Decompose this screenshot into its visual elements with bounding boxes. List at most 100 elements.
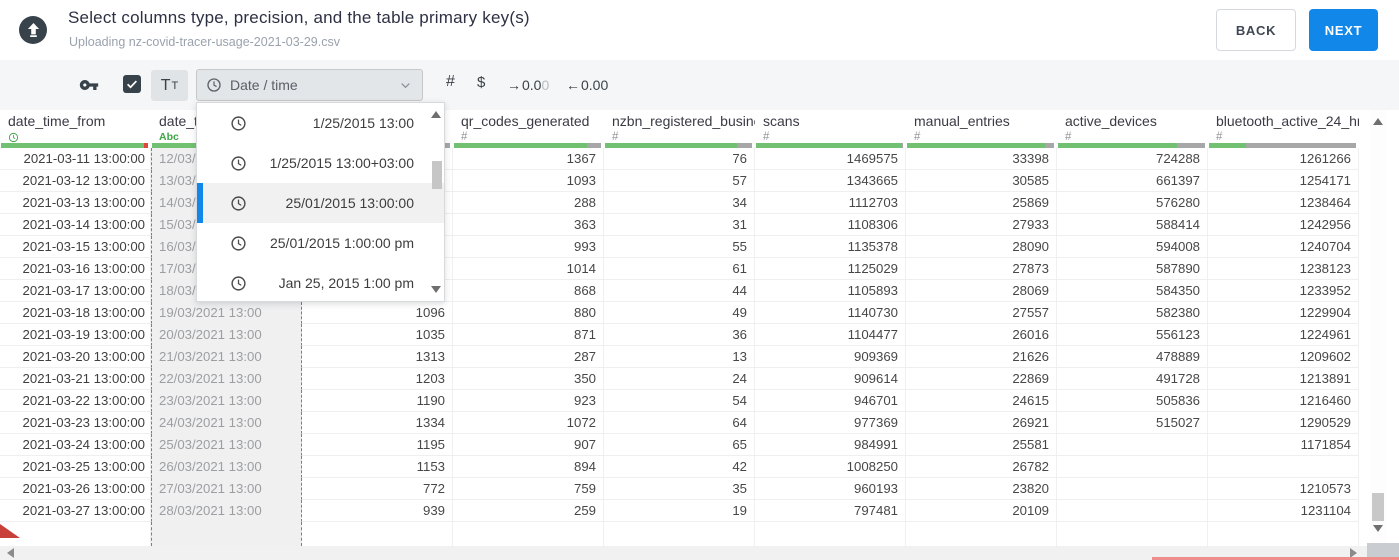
datetime-format-select[interactable]: Date / time — [196, 69, 423, 101]
primary-key-button[interactable] — [77, 75, 101, 95]
table-cell: 25869 — [906, 192, 1057, 214]
table-cell: 505836 — [1057, 390, 1208, 412]
table-cell — [1057, 500, 1208, 522]
table-cell: 1229904 — [1208, 302, 1359, 324]
column-header-qr_codes_generated[interactable]: qr_codes_generated # — [453, 110, 604, 148]
column-header-manual_entries[interactable]: manual_entries # — [906, 110, 1057, 148]
table-cell: 19/03/2021 13:00 — [151, 302, 302, 324]
dropdown-scrollbar[interactable] — [430, 103, 443, 301]
scroll-down-icon[interactable] — [1373, 525, 1383, 532]
topbar: Select columns type, precision, and the … — [0, 0, 1399, 60]
arrow-left-icon: ← — [566, 77, 580, 93]
column-header-date_time_from[interactable]: date_time_from — [0, 110, 151, 148]
vertical-scroll-thumb[interactable] — [1372, 493, 1384, 521]
table-cell: 576280 — [1057, 192, 1208, 214]
format-option-label: 1/25/2015 13:00+03:00 — [269, 155, 414, 171]
table-row: 2021-03-23 13:00:00 24/03/2021 13:00 1334 1… — [0, 412, 1359, 434]
back-button[interactable]: BACK — [1216, 9, 1296, 51]
format-option[interactable]: 25/01/2015 13:00:00 — [197, 183, 444, 223]
table-cell: 2021-03-12 13:00:00 — [0, 170, 151, 192]
table-cell: 1135378 — [755, 236, 906, 258]
upload-icon — [19, 16, 47, 44]
table-cell: 23820 — [906, 478, 1057, 500]
table-cell: 661397 — [1057, 170, 1208, 192]
table-cell: 287 — [453, 346, 604, 368]
format-option[interactable]: Jan 25, 2015 1:00 pm — [197, 263, 444, 303]
column-include-checkbox[interactable] — [123, 75, 141, 93]
table-cell — [151, 522, 302, 546]
table-cell: 491728 — [1057, 368, 1208, 390]
next-button[interactable]: NEXT — [1309, 9, 1378, 51]
column-header-active_devices[interactable]: active_devices # — [1057, 110, 1208, 148]
table-cell: 2021-03-26 13:00:00 — [0, 478, 151, 500]
table-cell: 1008250 — [755, 456, 906, 478]
table-cell: 1072 — [453, 412, 604, 434]
scroll-up-icon[interactable] — [1373, 118, 1383, 125]
select-value: Date / time — [230, 77, 298, 93]
table-row: 2021-03-27 13:00:00 28/03/2021 13:00 939 25… — [0, 500, 1359, 522]
table-cell — [1057, 456, 1208, 478]
table-cell: 31 — [604, 214, 755, 236]
decrease-precision-button[interactable]: ←0.00 — [566, 77, 608, 93]
table-cell — [604, 522, 755, 546]
table-cell: 977369 — [755, 412, 906, 434]
column-name: scans — [763, 113, 800, 129]
table-cell: 259 — [453, 500, 604, 522]
table-cell: 515027 — [1057, 412, 1208, 434]
table-cell: 25/03/2021 13:00 — [151, 434, 302, 456]
table-cell: 2021-03-19 13:00:00 — [0, 324, 151, 346]
horizontal-scrollbar[interactable] — [0, 543, 1399, 560]
integer-type-button[interactable]: # — [446, 73, 455, 91]
table-cell: 26921 — [906, 412, 1057, 434]
currency-type-button[interactable]: $ — [477, 74, 485, 91]
table-cell: 1238123 — [1208, 258, 1359, 280]
table-cell: 76 — [604, 148, 755, 170]
scroll-up-icon[interactable] — [431, 111, 441, 118]
format-option[interactable]: 25/01/2015 1:00:00 pm — [197, 223, 444, 263]
table-cell: 350 — [453, 368, 604, 390]
format-option[interactable]: 1/25/2015 13:00+03:00 — [197, 143, 444, 183]
table-cell: 61 — [604, 258, 755, 280]
table-cell — [1208, 456, 1359, 478]
table-cell: 1290529 — [1208, 412, 1359, 434]
table-cell: 588414 — [1057, 214, 1208, 236]
table-row-empty — [0, 522, 1359, 546]
table-cell: 1216460 — [1208, 390, 1359, 412]
table-cell: 64 — [604, 412, 755, 434]
table-cell: 20109 — [906, 500, 1057, 522]
scroll-left-icon[interactable] — [7, 548, 14, 558]
table-cell: 2021-03-21 13:00:00 — [0, 368, 151, 390]
key-icon — [79, 80, 99, 90]
table-cell: 26782 — [906, 456, 1057, 478]
table-cell: 594008 — [1057, 236, 1208, 258]
table-cell: 1203 — [302, 368, 453, 390]
table-cell: 2021-03-22 13:00:00 — [0, 390, 151, 412]
format-option[interactable]: 1/25/2015 13:00 — [197, 103, 444, 143]
increase-precision-button[interactable]: →0.00 — [507, 77, 549, 93]
scroll-down-icon[interactable] — [431, 286, 441, 293]
table-cell: 1209602 — [1208, 346, 1359, 368]
table-cell: 1108306 — [755, 214, 906, 236]
vertical-scrollbar[interactable] — [1370, 110, 1386, 546]
format-dropdown-list: 1/25/2015 13:00 1/25/2015 13:00+03:00 25/0… — [197, 103, 444, 303]
table-cell: 1231104 — [1208, 500, 1359, 522]
column-header-scans[interactable]: scans # — [755, 110, 906, 148]
check-icon — [127, 80, 138, 89]
column-header-bluetooth_active_24_hr_[interactable]: bluetooth_active_24_hr_ # — [1208, 110, 1359, 148]
table-cell: 2021-03-18 13:00:00 — [0, 302, 151, 324]
column-header-nzbn_registered_busine[interactable]: nzbn_registered_busine # — [604, 110, 755, 148]
table-cell: 21626 — [906, 346, 1057, 368]
scrollbar-corner — [1367, 543, 1399, 557]
table-row: 2021-03-26 13:00:00 27/03/2021 13:00 772 75… — [0, 478, 1359, 500]
table-cell: 1125029 — [755, 258, 906, 280]
table-cell: 2021-03-25 13:00:00 — [0, 456, 151, 478]
dropdown-scroll-thumb[interactable] — [432, 161, 442, 189]
table-cell: 42 — [604, 456, 755, 478]
table-cell — [1057, 522, 1208, 546]
table-cell: 288 — [453, 192, 604, 214]
text-type-button[interactable]: TT — [151, 70, 188, 101]
table-cell — [453, 522, 604, 546]
table-row: 2021-03-18 13:00:00 19/03/2021 13:00 1096 8… — [0, 302, 1359, 324]
table-cell: 34 — [604, 192, 755, 214]
table-cell: 54 — [604, 390, 755, 412]
